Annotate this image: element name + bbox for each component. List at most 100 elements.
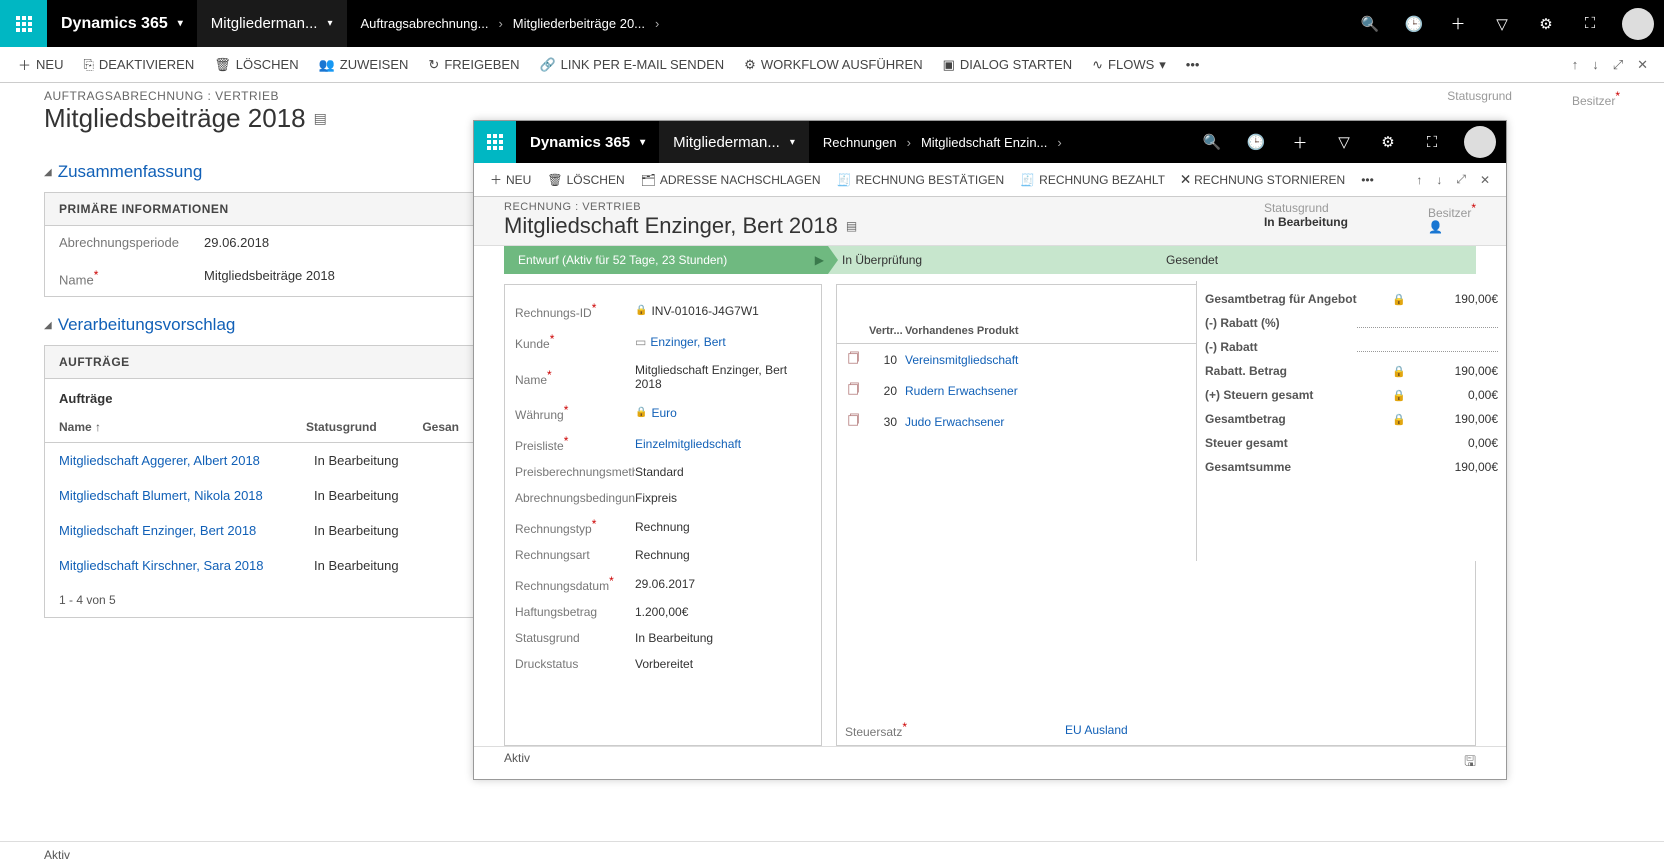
bpf-stages: Entwurf (Aktiv für 52 Tage, 23 Stunden) … xyxy=(504,246,1476,274)
assign-button[interactable]: 👥ZUWEISEN xyxy=(311,53,417,77)
filter-icon[interactable]: ▽ xyxy=(1322,119,1366,166)
page-subtitle: RECHNUNG : VERTRIEB xyxy=(504,201,857,213)
tax-rate-row: Steuersatz* EU Ausland xyxy=(837,714,1475,745)
chevron-down-icon: ▾ xyxy=(790,137,795,148)
nav-down-button[interactable]: ↓ xyxy=(1430,169,1448,190)
cancel-icon: 🗙 xyxy=(1181,169,1190,190)
popout-button[interactable]: ⤢ xyxy=(1607,53,1629,77)
table-row[interactable]: Mitgliedschaft Blumert, Nikola 2018In Be… xyxy=(45,478,473,513)
lock-icon: 🔒 xyxy=(635,407,647,418)
fullscreen-icon[interactable]: ⛶ xyxy=(1410,119,1454,166)
table-row[interactable]: Mitgliedschaft Kirschner, Sara 2018In Be… xyxy=(45,548,473,583)
stage-review[interactable]: In Überprüfung xyxy=(828,246,1152,274)
order-link[interactable]: Mitgliedschaft Aggerer, Albert 2018 xyxy=(59,453,314,468)
email-link-button[interactable]: 🔗LINK PER E-MAIL SENDEN xyxy=(531,53,732,77)
lookup-address-button[interactable]: 🗂ADRESSE NACHSCHLAGEN xyxy=(635,170,827,190)
new-button[interactable]: ＋NEU xyxy=(484,168,537,191)
product-link[interactable]: Rudern Erwachsener xyxy=(901,382,1201,400)
breadcrumb-item[interactable]: Mitgliedschaft Enzin... xyxy=(921,135,1047,150)
chevron-right-icon: › xyxy=(1057,135,1061,150)
orders-panel: AUFTRÄGE Aufträge Name ↑ Statusgrund Ges… xyxy=(44,345,474,618)
avatar[interactable] xyxy=(1464,126,1496,158)
chevron-down-icon: ▾ xyxy=(327,18,332,29)
avatar[interactable] xyxy=(1622,8,1654,40)
order-link[interactable]: Mitgliedschaft Enzinger, Bert 2018 xyxy=(59,523,314,538)
add-icon[interactable]: ＋ xyxy=(1278,119,1322,166)
chevron-right-icon: › xyxy=(498,16,502,31)
person-icon: 👤 xyxy=(1428,220,1476,234)
brand[interactable]: Dynamics 365 ▾ xyxy=(516,134,659,151)
status-bar: Aktiv xyxy=(0,841,1664,868)
customer-link[interactable]: Enzinger, Bert xyxy=(650,335,725,349)
col-product[interactable]: Vorhandenes Produkt xyxy=(901,323,1201,339)
filter-icon[interactable]: ▽ xyxy=(1480,0,1524,47)
area-switcher[interactable]: Mitgliederman... ▾ xyxy=(197,0,347,47)
paid-icon: 🧾 xyxy=(1020,173,1035,187)
order-link[interactable]: Mitgliedschaft Kirschner, Sara 2018 xyxy=(59,558,314,573)
app-launcher[interactable] xyxy=(0,0,47,47)
stage-sent[interactable]: Gesendet xyxy=(1152,246,1476,274)
search-icon[interactable]: 🔍 xyxy=(1190,119,1234,166)
breadcrumb: Rechnungen › Mitgliedschaft Enzin... › xyxy=(809,135,1076,150)
product-icon xyxy=(843,380,865,401)
recent-icon[interactable]: 🕒 xyxy=(1392,0,1436,47)
area-switcher[interactable]: Mitgliederman... ▾ xyxy=(659,121,809,163)
breadcrumb-item[interactable]: Rechnungen xyxy=(823,135,897,150)
breadcrumb-item[interactable]: Mitgliederbeiträge 20... xyxy=(513,16,645,31)
save-icon[interactable]: 🖫 xyxy=(1464,751,1476,775)
col-name[interactable]: Name ↑ xyxy=(59,420,306,434)
settings-icon[interactable]: ⚙ xyxy=(1524,0,1568,47)
overflow-button[interactable]: ••• xyxy=(1355,170,1380,190)
tax-rate-link[interactable]: EU Ausland xyxy=(1065,723,1128,737)
recent-icon[interactable]: 🕒 xyxy=(1234,119,1278,166)
order-link[interactable]: Mitgliedschaft Blumert, Nikola 2018 xyxy=(59,488,314,503)
col-status[interactable]: Statusgrund xyxy=(306,420,422,434)
col-total[interactable]: Gesan xyxy=(422,420,459,434)
nav-up-button[interactable]: ↑ xyxy=(1566,53,1585,77)
trash-icon: 🗑 xyxy=(547,173,562,187)
deactivate-button[interactable]: ⎘DEAKTIVIEREN xyxy=(75,53,202,77)
col-vertr[interactable]: Vertr... xyxy=(865,323,901,339)
overflow-button[interactable]: ••• xyxy=(1178,53,1208,76)
currency-link[interactable]: Euro xyxy=(651,406,676,420)
product-link[interactable]: Vereinsmitgliedschaft xyxy=(901,351,1201,369)
subgrid-title: Aufträge xyxy=(45,379,473,412)
confirm-invoice-button[interactable]: 🧾RECHNUNG BESTÄTIGEN xyxy=(831,170,1011,190)
dialog-button[interactable]: ▣DIALOG STARTEN xyxy=(935,53,1081,77)
app-launcher[interactable] xyxy=(474,121,516,163)
title-menu-icon[interactable]: ▤ xyxy=(314,110,327,127)
search-icon[interactable]: 🔍 xyxy=(1348,0,1392,47)
stage-draft[interactable]: Entwurf (Aktiv für 52 Tage, 23 Stunden) … xyxy=(504,246,828,274)
close-button[interactable]: ✕ xyxy=(1474,169,1496,190)
breadcrumb-item[interactable]: Auftragsabrechnung... xyxy=(361,16,489,31)
share-button[interactable]: ↻FREIGEBEN xyxy=(420,53,527,77)
delete-button[interactable]: 🗑LÖSCHEN xyxy=(206,53,306,77)
order-status: In Bearbeitung xyxy=(314,488,434,503)
grid-footer: 1 - 4 von 5 xyxy=(45,583,473,617)
close-button[interactable]: ✕ xyxy=(1631,53,1654,77)
flows-button[interactable]: ∿FLOWS ▾ xyxy=(1084,53,1174,77)
add-icon[interactable]: ＋ xyxy=(1436,0,1480,47)
pricelist-link[interactable]: Einzelmitgliedschaft xyxy=(635,437,741,451)
new-button[interactable]: ＋NEU xyxy=(10,51,71,78)
popout-button[interactable]: ⤢ xyxy=(1450,169,1472,190)
brand[interactable]: Dynamics 365 ▾ xyxy=(47,15,197,33)
paid-invoice-button[interactable]: 🧾RECHNUNG BEZAHLT xyxy=(1014,170,1171,190)
help-icon[interactable]: ⛶ xyxy=(1568,0,1612,47)
chevron-down-icon: ▾ xyxy=(640,137,645,148)
nav-up-button[interactable]: ↑ xyxy=(1410,169,1428,190)
settings-icon[interactable]: ⚙ xyxy=(1366,119,1410,166)
grid-header: Name ↑ Statusgrund Gesan xyxy=(45,412,473,443)
workflow-button[interactable]: ⚙WORKFLOW AUSFÜHREN xyxy=(736,53,930,77)
table-row[interactable]: Mitgliedschaft Aggerer, Albert 2018In Be… xyxy=(45,443,473,478)
cancel-invoice-button[interactable]: 🗙RECHNUNG STORNIEREN xyxy=(1175,166,1351,193)
invoice-fields: Rechnungs-ID*🔒INV-01016-J4G7W1 Kunde*▭En… xyxy=(504,284,822,746)
invoice-lines-panel: ＋ Vertr... Vorhandenes Produkt Einzelpre… xyxy=(836,284,1476,746)
nav-down-button[interactable]: ↓ xyxy=(1586,53,1605,77)
table-row[interactable]: Mitgliedschaft Enzinger, Bert 2018In Bea… xyxy=(45,513,473,548)
delete-button[interactable]: 🗑LÖSCHEN xyxy=(541,170,630,190)
order-status: In Bearbeitung xyxy=(314,558,434,573)
title-menu-icon[interactable]: ▤ xyxy=(846,219,857,233)
product-link[interactable]: Judo Erwachsener xyxy=(901,413,1201,431)
plus-icon: ＋ xyxy=(18,55,31,74)
